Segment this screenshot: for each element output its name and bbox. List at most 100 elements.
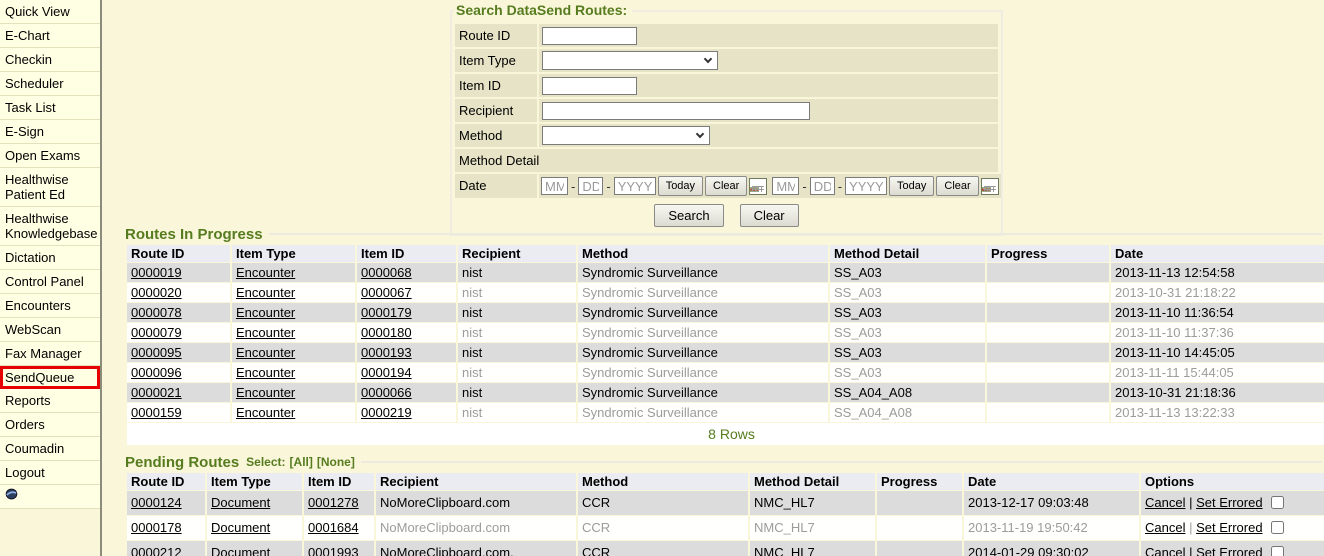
cell-date: 2013-11-10 11:36:54	[1111, 303, 1324, 322]
set-errored-link[interactable]: Set Errored	[1196, 545, 1262, 556]
route-id-link[interactable]: 0000019	[131, 265, 182, 280]
route-id-link[interactable]: 0000078	[131, 305, 182, 320]
item-type-link[interactable]: Encounter	[236, 325, 295, 340]
date-from-calendar-icon[interactable]: MAY	[749, 178, 767, 195]
date-to-calendar-icon[interactable]: MAY	[981, 178, 999, 195]
row-select-checkbox[interactable]	[1271, 496, 1284, 509]
item-type-link[interactable]: Encounter	[236, 345, 295, 360]
cell-date: 2013-11-13 13:22:33	[1111, 403, 1324, 422]
item-type-link[interactable]: Document	[211, 520, 270, 535]
column-header-item-id: Item ID	[357, 245, 456, 262]
route-id-link[interactable]: 0000095	[131, 345, 182, 360]
row-count-footer: 8 Rows	[127, 423, 1324, 445]
cancel-link[interactable]: Cancel	[1145, 545, 1185, 556]
item-type-link[interactable]: Encounter	[236, 265, 295, 280]
sidebar-item-task-list[interactable]: Task List	[0, 96, 100, 120]
sidebar-item-reports[interactable]: Reports	[0, 389, 100, 413]
date-from-year-input[interactable]	[614, 177, 656, 195]
sidebar-item-e-sign[interactable]: E-Sign	[0, 120, 100, 144]
item-id-link[interactable]: 0000180	[361, 325, 412, 340]
cell-item-id: 0000067	[357, 283, 456, 302]
item-type-select[interactable]	[543, 52, 717, 69]
date-to-year-input[interactable]	[845, 177, 887, 195]
sidebar-item-encounters[interactable]: Encounters	[0, 294, 100, 318]
item-id-link[interactable]: 0000194	[361, 365, 412, 380]
set-errored-link[interactable]: Set Errored	[1196, 495, 1262, 510]
route-id-link[interactable]: 0000159	[131, 405, 182, 420]
cancel-link[interactable]: Cancel	[1145, 520, 1185, 535]
route-id-link[interactable]: 0000096	[131, 365, 182, 380]
select-all-link[interactable]: [All]	[290, 455, 313, 469]
item-type-link[interactable]: Document	[211, 495, 270, 510]
search-button[interactable]: Search	[654, 204, 723, 227]
cell-progress	[877, 516, 962, 540]
sidebar-item-quick-view[interactable]: Quick View	[0, 0, 100, 24]
item-id-link[interactable]: 0000193	[361, 345, 412, 360]
cell-item-type: Encounter	[232, 403, 355, 422]
routes-in-progress-section: Routes In Progress Route IDItem TypeItem…	[125, 225, 1322, 446]
route-id-link[interactable]: 0000124	[131, 495, 182, 510]
routes-in-progress-table: Route IDItem TypeItem IDRecipientMethodM…	[125, 244, 1324, 446]
select-none-link[interactable]: [None]	[317, 455, 355, 469]
clear-button[interactable]: Clear	[740, 204, 799, 227]
method-detail-row: Method Detail	[455, 149, 998, 172]
cell-route-id: 0000020	[127, 283, 230, 302]
sidebar-item-dictation[interactable]: Dictation	[0, 246, 100, 270]
cell-item-id: 0000179	[357, 303, 456, 322]
column-header-progress: Progress	[877, 473, 962, 490]
sidebar-item-scheduler[interactable]: Scheduler	[0, 72, 100, 96]
sidebar-item-logout[interactable]: Logout	[0, 461, 100, 485]
route-id-link[interactable]: 0000020	[131, 285, 182, 300]
cell-route-id: 0000212	[127, 541, 205, 556]
route-id-link[interactable]: 0000021	[131, 385, 182, 400]
cell-progress	[987, 303, 1109, 322]
cell-method-detail: NMC_HL7	[750, 516, 875, 540]
item-id-link[interactable]: 0000066	[361, 385, 412, 400]
sidebar-item-open-exams[interactable]: Open Exams	[0, 144, 100, 168]
routes-in-progress-title: Routes In Progress	[125, 225, 1322, 243]
sidebar-item-orders[interactable]: Orders	[0, 413, 100, 437]
route-id-link[interactable]: 0000178	[131, 520, 182, 535]
date-to-day-input[interactable]	[810, 177, 835, 195]
method-select[interactable]	[543, 127, 709, 144]
item-id-input[interactable]	[542, 77, 637, 95]
cancel-link[interactable]: Cancel	[1145, 495, 1185, 510]
date-to-clear-button[interactable]: Clear	[936, 176, 978, 196]
table-row: 0000078Encounter0000179nistSyndromic Sur…	[127, 303, 1324, 322]
sidebar-item-coumadin[interactable]: Coumadin	[0, 437, 100, 461]
sidebar-item-fax-manager[interactable]: Fax Manager	[0, 342, 100, 366]
sidebar-item-sendqueue[interactable]: SendQueue	[0, 366, 100, 389]
sidebar-item-checkin[interactable]: Checkin	[0, 48, 100, 72]
set-errored-link[interactable]: Set Errored	[1196, 520, 1262, 535]
sidebar-item-healthwise-patient-ed[interactable]: Healthwise Patient Ed	[0, 168, 100, 207]
globe-icon[interactable]	[0, 485, 100, 509]
date-from-month-input[interactable]	[541, 177, 568, 195]
sidebar-item-webscan[interactable]: WebScan	[0, 318, 100, 342]
sidebar-item-control-panel[interactable]: Control Panel	[0, 270, 100, 294]
pending-routes-title: Pending Routes Select: [All] [None]	[125, 453, 1322, 471]
item-id-link[interactable]: 0001278	[308, 495, 359, 510]
date-from-today-button[interactable]: Today	[658, 176, 703, 196]
item-type-link[interactable]: Encounter	[236, 385, 295, 400]
sidebar-item-e-chart[interactable]: E-Chart	[0, 24, 100, 48]
date-from-clear-button[interactable]: Clear	[705, 176, 747, 196]
item-id-link[interactable]: 0000068	[361, 265, 412, 280]
item-id-link[interactable]: 0000067	[361, 285, 412, 300]
row-select-checkbox[interactable]	[1271, 546, 1284, 556]
row-select-checkbox[interactable]	[1271, 521, 1284, 534]
item-type-link[interactable]: Encounter	[236, 285, 295, 300]
cell-recipient: nist	[458, 363, 576, 382]
sidebar-item-healthwise-knowledgebase[interactable]: Healthwise Knowledgebase	[0, 207, 100, 246]
item-id-link[interactable]: 0000179	[361, 305, 412, 320]
date-to-today-button[interactable]: Today	[889, 176, 934, 196]
date-from-day-input[interactable]	[578, 177, 603, 195]
item-type-link[interactable]: Encounter	[236, 365, 295, 380]
item-type-link[interactable]: Encounter	[236, 405, 295, 420]
route-id-link[interactable]: 0000079	[131, 325, 182, 340]
route-id-input[interactable]	[542, 27, 637, 45]
item-id-link[interactable]: 0001684	[308, 520, 359, 535]
item-type-link[interactable]: Encounter	[236, 305, 295, 320]
date-to-month-input[interactable]	[772, 177, 799, 195]
item-id-link[interactable]: 0000219	[361, 405, 412, 420]
recipient-input[interactable]	[542, 102, 810, 120]
